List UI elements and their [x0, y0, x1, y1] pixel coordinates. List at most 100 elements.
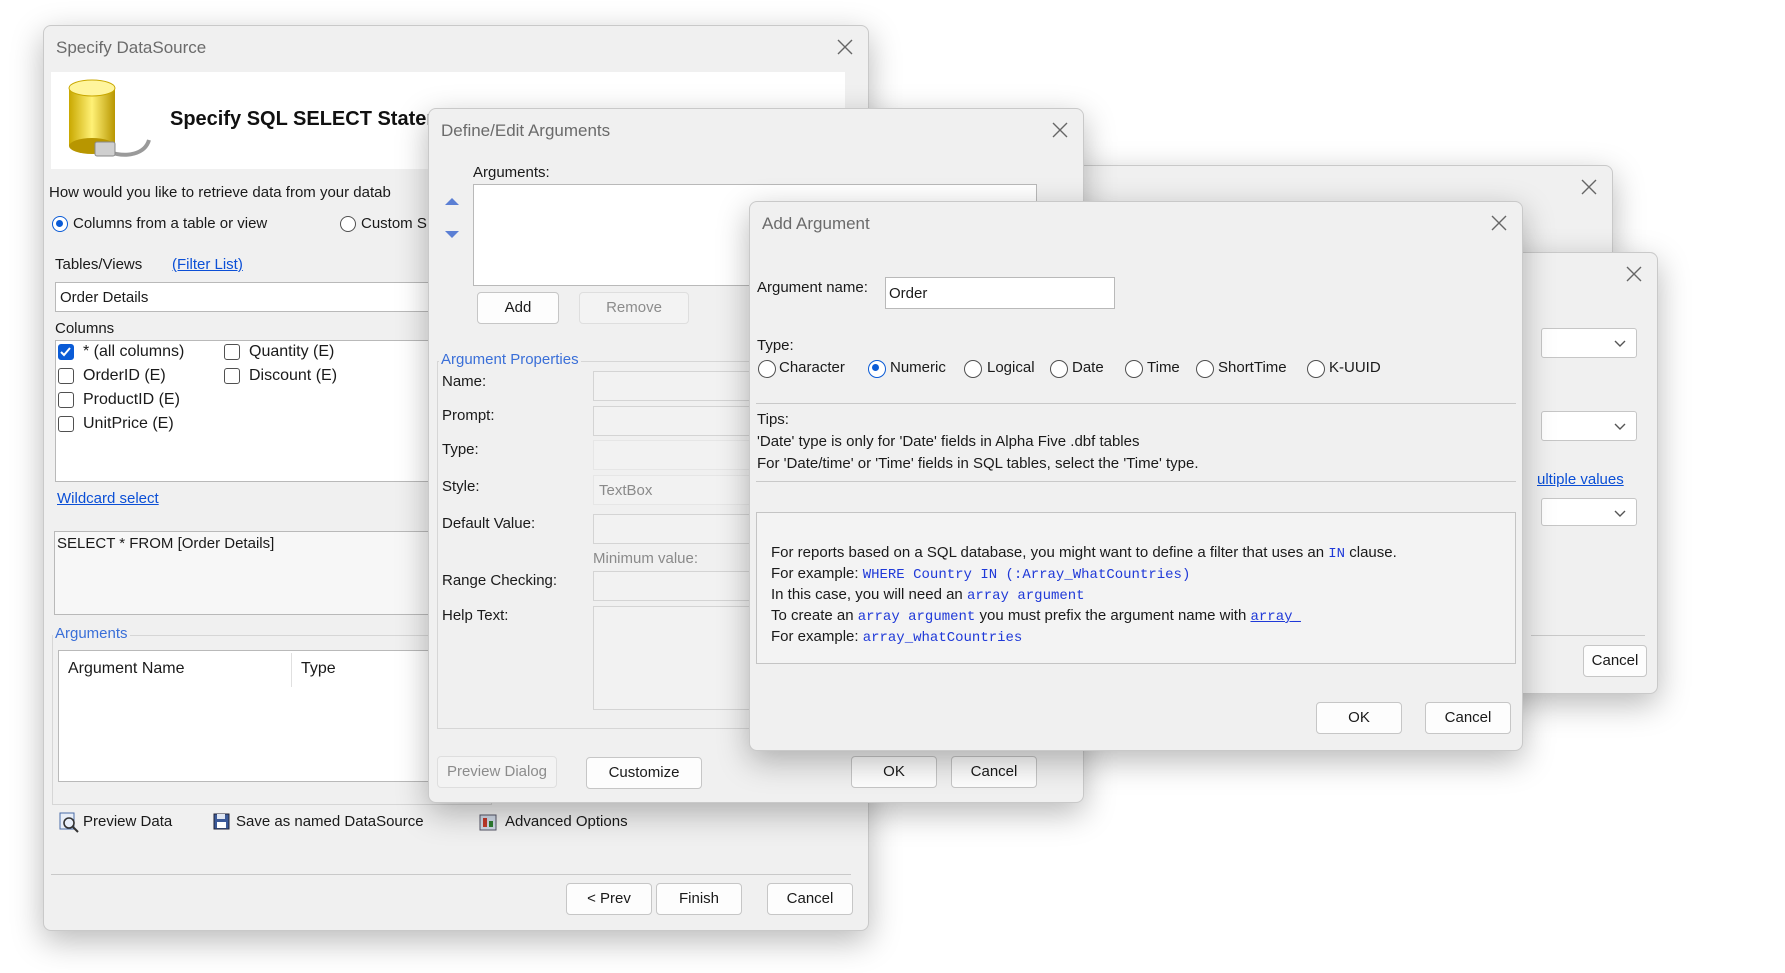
- info-line-5: For example: array_whatCountries: [771, 628, 1022, 646]
- cancel-button[interactable]: Cancel: [1425, 702, 1511, 734]
- sql-text-box[interactable]: SELECT * FROM [Order Details]: [54, 531, 486, 615]
- ok-button[interactable]: OK: [1316, 702, 1402, 734]
- radio-custom-label: Custom S: [361, 215, 427, 232]
- radio-logical[interactable]: [964, 360, 982, 378]
- type-option-label: Character: [779, 359, 845, 376]
- table-value: Order Details: [60, 289, 149, 306]
- close-icon: [1052, 122, 1068, 138]
- radio-columns-label: Columns from a table or view: [73, 215, 268, 232]
- tip-line-1: 'Date' type is only for 'Date' fields in…: [757, 433, 1140, 450]
- save-icon: [213, 813, 230, 830]
- window-title: Define/Edit Arguments: [441, 121, 611, 140]
- radio-numeric[interactable]: [868, 360, 886, 378]
- column-label: ProductID (E): [83, 391, 180, 408]
- window-title: Add Argument: [762, 214, 870, 233]
- close-icon: [1491, 215, 1507, 231]
- wildcard-select-link[interactable]: Wildcard select: [57, 490, 159, 507]
- chevron-down-icon: [1614, 510, 1626, 517]
- radio-columns[interactable]: [52, 216, 68, 232]
- multiple-values-link[interactable]: ultiple values: [1537, 471, 1624, 488]
- tips-label: Tips:: [757, 411, 789, 428]
- close-icon: [837, 39, 853, 55]
- info-text: In this case, you will need an: [771, 586, 967, 603]
- divider: [756, 403, 1516, 404]
- radio-shorttime[interactable]: [1196, 360, 1214, 378]
- column-label: * (all columns): [83, 343, 185, 360]
- arg-col-name-header[interactable]: Argument Name: [68, 660, 185, 678]
- dropdown-3[interactable]: [1541, 498, 1637, 526]
- chevron-down-icon: [1614, 340, 1626, 347]
- close-button[interactable]: [1617, 259, 1651, 289]
- default-value-label: Default Value:: [442, 515, 536, 532]
- move-down-icon[interactable]: [444, 230, 460, 240]
- column-label: Discount (E): [249, 367, 338, 384]
- column-label: UnitPrice (E): [83, 415, 174, 432]
- argument-name-input[interactable]: Order: [885, 277, 1115, 309]
- type-option-label: Time: [1147, 359, 1180, 376]
- code-in: IN: [1328, 546, 1346, 562]
- window-title: Specify DataSource: [56, 38, 207, 57]
- name-label: Name:: [442, 373, 487, 390]
- titlebar: Specify DataSource: [44, 26, 868, 70]
- radio-time[interactable]: [1125, 360, 1143, 378]
- tables-views-label: Tables/Views: [55, 256, 143, 273]
- titlebar: Define/Edit Arguments: [429, 109, 1083, 153]
- arg-col-type-header[interactable]: Type: [301, 660, 336, 678]
- radio-k-uuid[interactable]: [1307, 360, 1325, 378]
- arguments-label: Arguments:: [473, 164, 550, 181]
- dropdown-2[interactable]: [1541, 411, 1637, 441]
- move-up-icon[interactable]: [444, 196, 460, 206]
- code-where: WHERE Country IN (:Array_WhatCountries): [862, 567, 1191, 583]
- close-icon: [1626, 266, 1642, 282]
- checkbox-orderid[interactable]: [58, 368, 74, 384]
- minimum-value-field[interactable]: [593, 571, 753, 601]
- checkbox-quantity[interactable]: [224, 344, 240, 360]
- checkbox-all-columns[interactable]: [58, 344, 74, 360]
- filter-list-link[interactable]: (Filter List): [172, 256, 243, 273]
- argument-name-label: Argument name:: [757, 279, 868, 296]
- argument-properties-label: Argument Properties: [439, 351, 581, 368]
- arguments-table: Argument Name Type: [58, 650, 486, 782]
- tip-line-2: For 'Date/time' or 'Time' fields in SQL …: [757, 455, 1199, 472]
- column-divider: [291, 653, 292, 687]
- ok-button[interactable]: OK: [851, 756, 937, 788]
- column-label: Quantity (E): [249, 343, 335, 360]
- preview-dialog-button[interactable]: Preview Dialog: [437, 756, 557, 788]
- prompt-label: Prompt:: [442, 407, 495, 424]
- radio-character[interactable]: [758, 360, 776, 378]
- radio-custom[interactable]: [340, 216, 356, 232]
- checkbox-unitprice[interactable]: [58, 416, 74, 432]
- column-label: OrderID (E): [83, 367, 166, 384]
- info-text: For example:: [771, 565, 863, 582]
- cancel-button[interactable]: Cancel: [767, 883, 853, 915]
- close-icon: [1581, 179, 1597, 195]
- type-option-label: ShortTime: [1218, 359, 1287, 376]
- dropdown-1[interactable]: [1541, 328, 1637, 358]
- code-array-prefix: array_: [1250, 609, 1301, 625]
- database-icon: [68, 79, 151, 157]
- style-label: Style:: [442, 478, 480, 495]
- remove-button[interactable]: Remove: [579, 292, 689, 324]
- info-text: For reports based on a SQL database, you…: [771, 544, 1329, 561]
- columns-list: * (all columns) OrderID (E) ProductID (E…: [55, 340, 485, 482]
- prev-button[interactable]: < Prev: [566, 883, 652, 915]
- checkbox-discount[interactable]: [224, 368, 240, 384]
- info-text: To create an: [771, 607, 858, 624]
- radio-date[interactable]: [1050, 360, 1068, 378]
- close-button[interactable]: [828, 32, 862, 62]
- customize-button[interactable]: Customize: [586, 757, 702, 789]
- table-select[interactable]: Order Details: [55, 282, 485, 312]
- close-button[interactable]: [1482, 208, 1516, 238]
- advanced-options-icon: [479, 814, 497, 831]
- add-button[interactable]: Add: [477, 292, 559, 324]
- cancel-button[interactable]: Cancel: [951, 756, 1037, 788]
- type-label: Type:: [757, 337, 794, 354]
- close-button[interactable]: [1043, 115, 1077, 145]
- finish-button[interactable]: Finish: [656, 883, 742, 915]
- code-example-name: array_whatCountries: [862, 630, 1023, 646]
- close-button[interactable]: [1572, 172, 1606, 202]
- argument-name-value: Order: [889, 285, 928, 302]
- info-line-1: For reports based on a SQL database, you…: [771, 544, 1397, 562]
- checkbox-productid[interactable]: [58, 392, 74, 408]
- cancel-button[interactable]: Cancel: [1583, 645, 1647, 677]
